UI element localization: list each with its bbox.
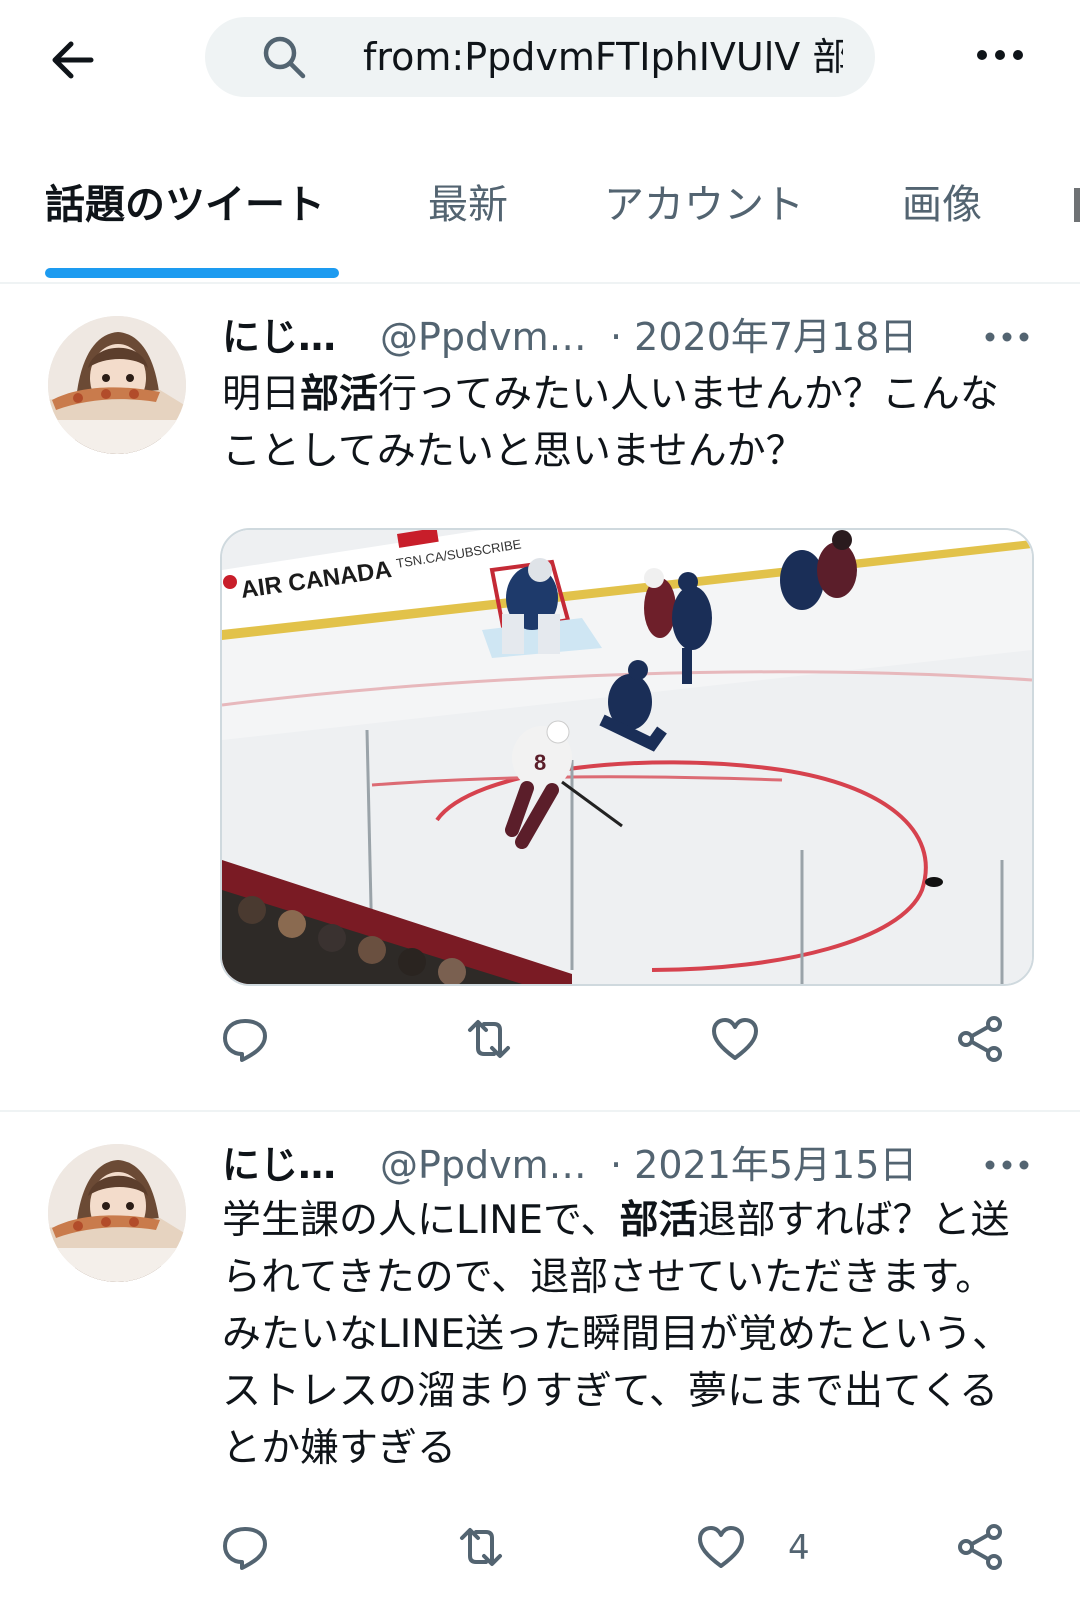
tweet[interactable]: にじ… @Ppdvm… · 2020年7月18日 明日部活行ってみたい人いません… xyxy=(0,284,1080,1112)
tweet-actions: 4 xyxy=(220,1522,1040,1582)
user-name[interactable]: にじ… xyxy=(222,312,336,362)
tab-accounts[interactable]: アカウント xyxy=(604,180,804,230)
tweet-text-segment: 学生課の人にLINEで、 xyxy=(222,1198,620,1243)
tab-top[interactable]: 話題のツイート xyxy=(45,180,325,230)
tweet-header: にじ… @Ppdvm… · 2020年7月18日 xyxy=(222,312,1042,362)
user-handle[interactable]: @Ppdvm… xyxy=(380,1140,587,1190)
tweet-actions xyxy=(220,1014,1040,1074)
back-arrow-icon[interactable] xyxy=(45,30,105,90)
tweet-text-segment: 明日 xyxy=(222,372,301,417)
top-bar: from:PpdvmFTIphIVUlV 部 xyxy=(0,0,1080,115)
search-icon xyxy=(260,33,308,81)
tweet[interactable]: にじ… @Ppdvm… · 2021年5月15日 学生課の人にLINEで、部活退… xyxy=(0,1112,1080,1610)
highlighted-keyword: 部活 xyxy=(300,372,379,417)
tweet-text: 学生課の人にLINEで、部活退部すれば？と送られてきたので、退部させていただきま… xyxy=(222,1192,1032,1477)
tab-latest[interactable]: 最新 xyxy=(428,180,508,230)
like-icon[interactable] xyxy=(696,1522,746,1572)
share-icon[interactable] xyxy=(956,1014,1006,1064)
reply-icon[interactable] xyxy=(220,1014,270,1064)
search-bar[interactable]: from:PpdvmFTIphIVUlV 部 xyxy=(205,17,875,97)
share-icon[interactable] xyxy=(956,1522,1006,1572)
like-count: 4 xyxy=(788,1528,810,1568)
tab-images[interactable]: 画像 xyxy=(902,180,982,230)
tweet-video-thumbnail[interactable]: AIR CANADA TSN.CA/SUBSCRIBE 8 xyxy=(220,528,1034,986)
user-name[interactable]: にじ… xyxy=(222,1140,336,1190)
user-handle[interactable]: @Ppdvm… xyxy=(380,312,587,362)
search-tabs: 話題のツイート 最新 アカウント 画像 xyxy=(0,150,1080,284)
tweet-header: にじ… @Ppdvm… · 2021年5月15日 xyxy=(222,1140,1042,1190)
active-tab-indicator xyxy=(45,268,339,278)
tweet-more-icon[interactable] xyxy=(982,1140,1032,1190)
tweet-date[interactable]: · 2021年5月15日 xyxy=(610,1140,917,1190)
retweet-icon[interactable] xyxy=(464,1014,514,1064)
jersey-number: 8 xyxy=(534,750,546,775)
tweet-more-icon[interactable] xyxy=(982,312,1032,362)
more-options-icon[interactable] xyxy=(970,40,1030,70)
search-query[interactable]: from:PpdvmFTIphIVUlV 部 xyxy=(363,35,843,79)
tweet-date[interactable]: · 2020年7月18日 xyxy=(610,312,917,362)
avatar[interactable] xyxy=(48,1144,186,1282)
reply-icon[interactable] xyxy=(220,1522,270,1572)
tab-overflow-edge xyxy=(1074,188,1080,222)
retweet-icon[interactable] xyxy=(456,1522,506,1572)
avatar[interactable] xyxy=(48,316,186,454)
highlighted-keyword: 部活 xyxy=(619,1198,698,1243)
like-icon[interactable] xyxy=(710,1014,760,1064)
tweet-text: 明日部活行ってみたい人いませんか？こんなことしてみたいと思いませんか？ xyxy=(222,366,1032,480)
